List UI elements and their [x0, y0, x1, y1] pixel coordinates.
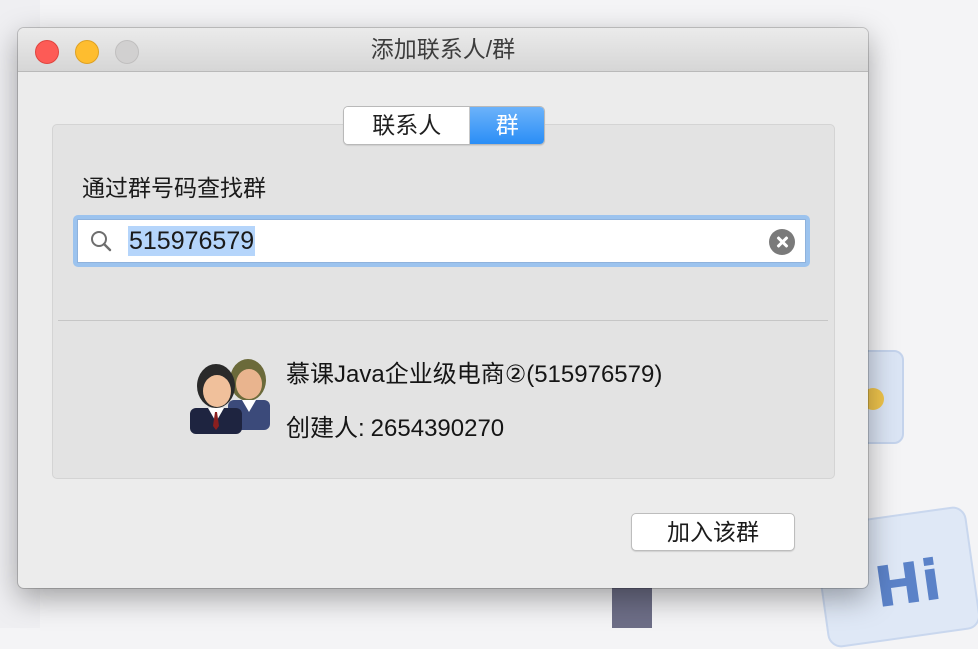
- search-label: 通过群号码查找群: [82, 175, 266, 201]
- group-avatar-icon: [190, 359, 270, 434]
- divider: [58, 320, 828, 321]
- desktop-illustration: [612, 588, 652, 628]
- search-icon: [91, 231, 112, 252]
- search-focus-ring: 515976579: [73, 215, 810, 267]
- tab-group[interactable]: 群: [470, 107, 544, 144]
- title-bar[interactable]: 添加联系人/群: [18, 28, 868, 72]
- add-contact-window: 添加联系人/群 联系人 群 通过群号码查找群 515976579 慕课Java企…: [18, 28, 868, 588]
- clear-icon[interactable]: [769, 229, 795, 255]
- desktop-hi-text: Hi: [870, 547, 946, 622]
- result-creator: 创建人: 2654390270: [286, 408, 504, 443]
- creator-id: 2654390270: [370, 415, 505, 442]
- search-value[interactable]: 515976579: [128, 226, 256, 256]
- result-group-name[interactable]: 慕课Java企业级电商②(515976579): [286, 354, 662, 389]
- window-title: 添加联系人/群: [370, 36, 516, 62]
- join-group-button[interactable]: 加入该群: [631, 513, 795, 551]
- mode-tabs: 联系人 群: [343, 106, 545, 145]
- search-input[interactable]: 515976579: [77, 219, 806, 263]
- creator-label: 创建人:: [286, 415, 365, 442]
- tab-contact[interactable]: 联系人: [344, 107, 471, 144]
